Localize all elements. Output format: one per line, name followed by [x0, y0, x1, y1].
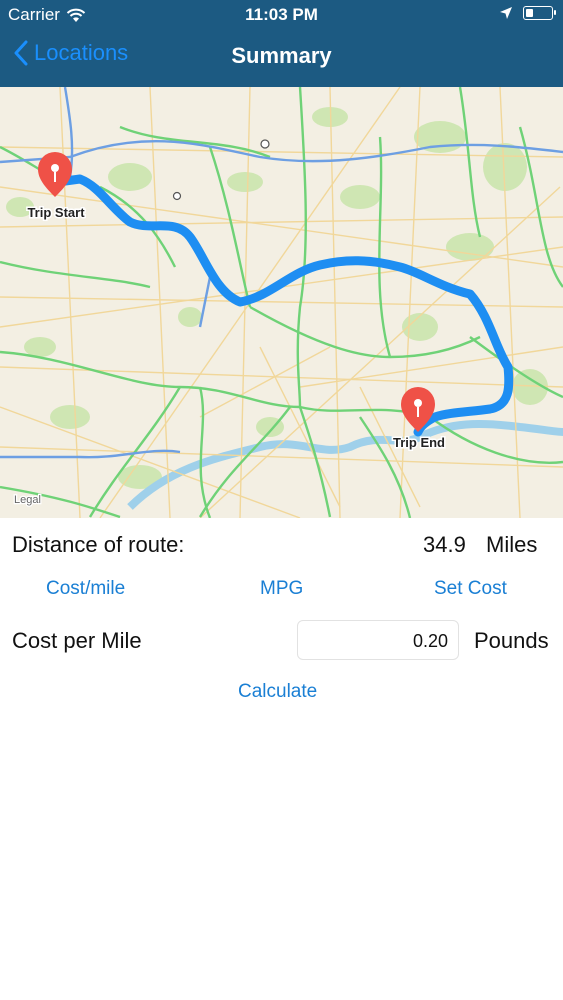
- distance-unit: Miles: [486, 532, 538, 557]
- cost-mile-button[interactable]: Cost/mile: [46, 578, 125, 600]
- page-title: Summary: [231, 43, 332, 68]
- cost-per-mile-field[interactable]: 0.20: [297, 620, 459, 660]
- location-arrow-icon: [500, 7, 512, 19]
- trip-end-label: Trip End: [393, 435, 445, 450]
- route-map[interactable]: Trip Start Trip End Legal: [0, 87, 563, 518]
- distance-value: 34.9: [423, 532, 466, 557]
- status-bar: Carrier 11:03 PM: [0, 0, 563, 30]
- trip-start-label: Trip Start: [27, 205, 85, 220]
- distance-label: Distance of route:: [12, 532, 185, 557]
- status-time: 11:03 PM: [245, 5, 318, 24]
- cost-per-mile-label: Cost per Mile: [12, 628, 142, 653]
- set-cost-button[interactable]: Set Cost: [434, 578, 507, 600]
- status-right-icons: [499, 6, 556, 20]
- cost-unit-label: Pounds: [474, 628, 549, 653]
- map-legal-link[interactable]: Legal: [13, 493, 42, 508]
- map-poi-marker: [260, 139, 270, 149]
- mpg-button[interactable]: MPG: [260, 578, 303, 600]
- map-canvas: Trip Start Trip End Legal: [0, 87, 563, 518]
- navigation-bar: Carrier 11:03 PM Locations Summary: [0, 0, 563, 87]
- calculate-button[interactable]: Calculate: [238, 681, 317, 703]
- battery-icon: [523, 6, 556, 20]
- map-poi-marker: [172, 191, 182, 201]
